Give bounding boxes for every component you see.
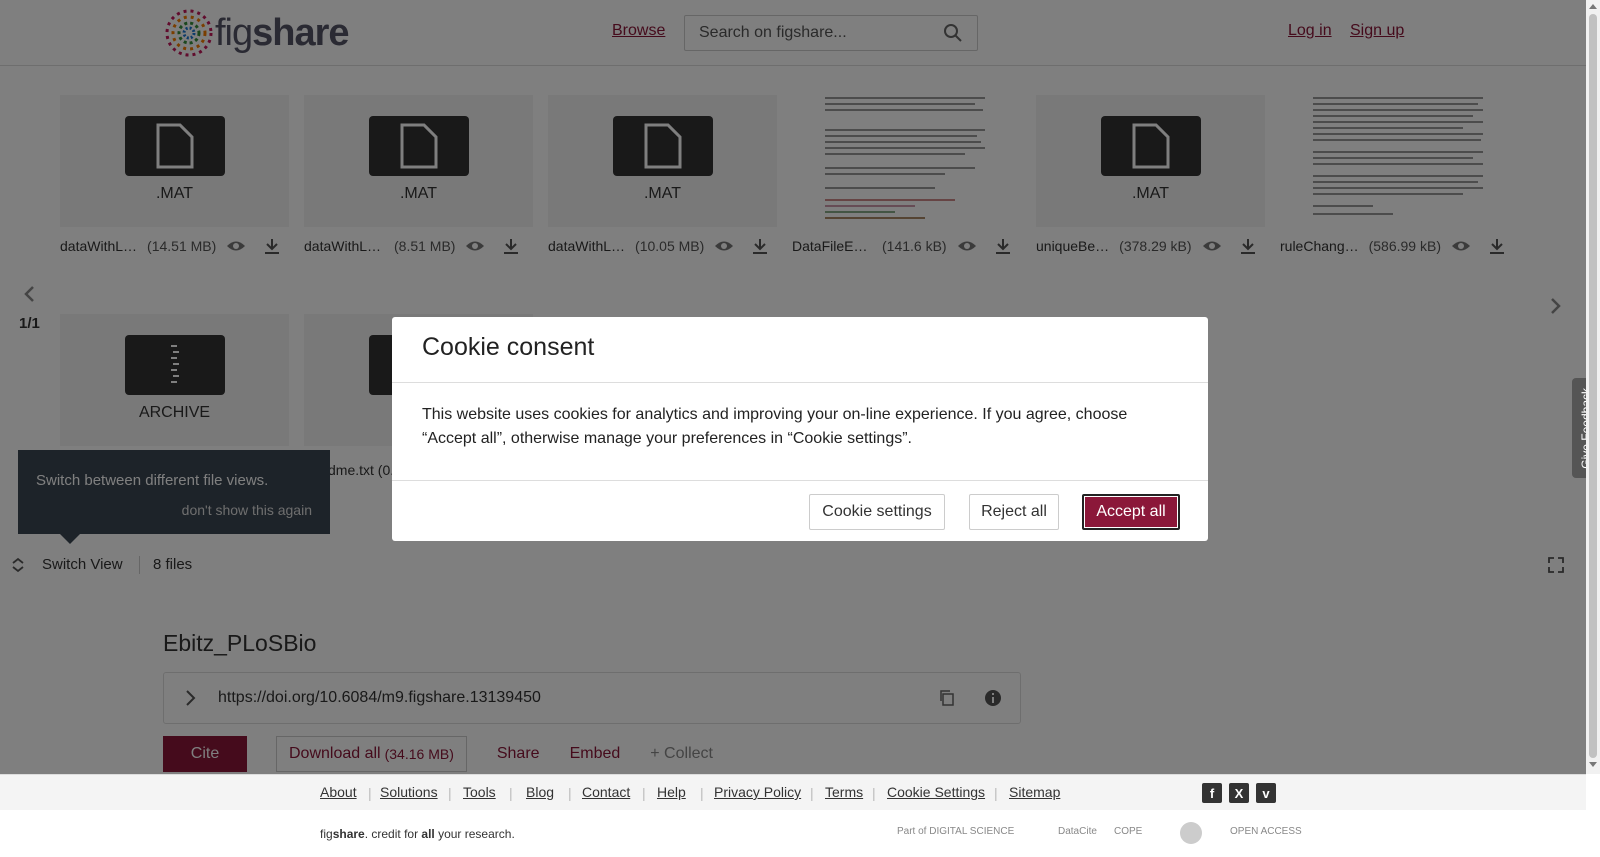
datacite-logo[interactable]: DataCite [1058,826,1097,837]
footer-link-blog[interactable]: Blog [526,784,554,800]
footer-link-tools[interactable]: Tools [463,784,496,800]
separator: | [448,785,452,801]
separator: | [568,785,572,801]
separator: | [872,785,876,801]
footer-link-help[interactable]: Help [657,784,686,800]
accept-all-button[interactable]: Accept all [1082,494,1180,530]
facebook-icon[interactable]: f [1202,783,1222,803]
footer-bottom: figshare. credit for all your research. … [0,810,1586,857]
scrollbar[interactable] [1586,0,1600,774]
footer-link-privacy[interactable]: Privacy Policy [714,784,801,800]
footer-link-terms[interactable]: Terms [825,784,863,800]
separator: | [509,785,513,801]
separator: | [368,785,372,801]
footer-link-cookie-settings[interactable]: Cookie Settings [887,784,985,800]
separator: | [810,785,814,801]
footer-link-about[interactable]: About [320,784,357,800]
reject-all-button[interactable]: Reject all [969,494,1059,530]
footer-nav: About | Solutions | Tools | Blog | Conta… [0,774,1586,810]
footer-link-sitemap[interactable]: Sitemap [1009,784,1060,800]
digital-science-logo[interactable]: Part of DIGITAL SCIENCE [897,826,1014,837]
separator: | [994,785,998,801]
separator: | [642,785,646,801]
partner-seal-icon[interactable] [1180,822,1202,844]
scroll-thumb[interactable] [1589,14,1597,758]
dialog-footer: Cookie settings Reject all Accept all [392,480,1208,541]
cookie-consent-dialog: Cookie consent This website uses cookies… [392,317,1208,541]
dialog-title: Cookie consent [422,333,595,361]
cope-logo[interactable]: COPE [1114,826,1142,837]
scroll-down-icon[interactable] [1589,762,1597,767]
footer-link-contact[interactable]: Contact [582,784,630,800]
vimeo-icon[interactable]: v [1256,783,1276,803]
dialog-header: Cookie consent [392,317,1208,383]
footer-tagline: figshare. credit for all your research. [320,827,515,841]
cookie-settings-button[interactable]: Cookie settings [809,494,945,530]
x-twitter-icon[interactable]: X [1229,783,1249,803]
scroll-up-icon[interactable] [1589,4,1597,9]
footer-link-solutions[interactable]: Solutions [380,784,438,800]
separator: | [700,785,704,801]
open-access-logo[interactable]: OPEN ACCESS [1230,826,1302,837]
dialog-body: This website uses cookies for analytics … [422,406,1128,447]
